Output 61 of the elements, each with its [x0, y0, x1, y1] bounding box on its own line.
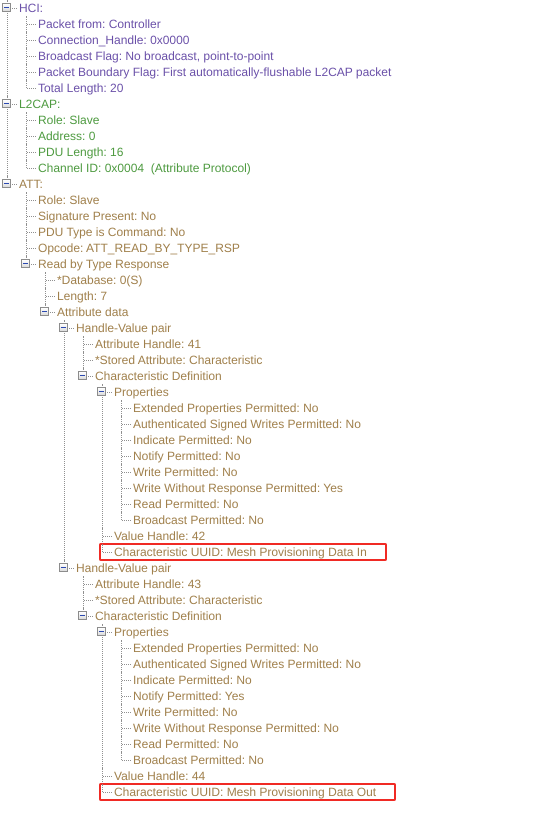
tree-node-label[interactable]: Characteristic UUID: Mesh Provisioning Data Out: [99, 783, 396, 801]
tree-node-label[interactable]: Broadcast Permitted: No: [132, 512, 264, 528]
tree-node-label[interactable]: ATT:: [18, 176, 43, 192]
tree-node-label[interactable]: Notify Permitted: Yes: [132, 688, 244, 704]
tree-node-label[interactable]: Properties: [113, 624, 169, 640]
tree-node-label[interactable]: Extended Properties Permitted: No: [132, 400, 318, 416]
tree-node-label[interactable]: Signature Present: No: [37, 208, 156, 224]
tree-node-label[interactable]: Attribute data: [56, 304, 128, 320]
tree-node-label[interactable]: Read Permitted: No: [132, 736, 238, 752]
tree-node-label[interactable]: Connection_Handle: 0x0000: [37, 32, 190, 48]
tree-node-label[interactable]: Attribute Handle: 43: [94, 576, 202, 592]
tree-node-label[interactable]: HCI:: [18, 0, 43, 16]
tree-node-label[interactable]: Authenticated Signed Writes Permitted: No: [132, 656, 361, 672]
tree-node-label[interactable]: Characteristic Definition: [94, 368, 222, 384]
collapse-toggle[interactable]: [97, 387, 106, 396]
collapse-toggle[interactable]: [21, 259, 30, 268]
tree-node-label[interactable]: Handle-Value pair: [75, 320, 172, 336]
tree-node-label[interactable]: Authenticated Signed Writes Permitted: No: [132, 416, 361, 432]
tree-node-label[interactable]: Write Permitted: No: [132, 464, 238, 480]
collapse-toggle[interactable]: [97, 627, 106, 636]
tree-node-label[interactable]: Characteristic UUID: Mesh Provisioning Data In: [99, 543, 387, 561]
tree-node-label[interactable]: PDU Length: 16: [37, 144, 124, 160]
tree-node-label[interactable]: Attribute Handle: 41: [94, 336, 202, 352]
tree-node-label[interactable]: Value Handle: 42: [113, 528, 206, 544]
tree-node-label[interactable]: Characteristic Definition: [94, 608, 222, 624]
tree-node-label[interactable]: Length: 7: [56, 288, 108, 304]
tree-node-label[interactable]: Value Handle: 44: [113, 768, 206, 784]
tree-node-label[interactable]: PDU Type is Command: No: [37, 224, 186, 240]
collapse-toggle[interactable]: [2, 179, 11, 188]
tree-node-label[interactable]: *Stored Attribute: Characteristic: [94, 592, 262, 608]
collapse-toggle[interactable]: [2, 3, 11, 12]
collapse-toggle[interactable]: [2, 99, 11, 108]
tree-node-label[interactable]: Handle-Value pair: [75, 560, 172, 576]
collapse-toggle[interactable]: [59, 323, 68, 332]
tree-node-label[interactable]: Role: Slave: [37, 192, 100, 208]
tree-node-label[interactable]: Indicate Permitted: No: [132, 432, 252, 448]
tree-node-label[interactable]: Read Permitted: No: [132, 496, 238, 512]
tree-node-label[interactable]: Extended Properties Permitted: No: [132, 640, 318, 656]
tree-node-label[interactable]: Indicate Permitted: No: [132, 672, 252, 688]
collapse-toggle[interactable]: [59, 563, 68, 572]
tree-node-label[interactable]: *Database: 0(S): [56, 272, 142, 288]
collapse-toggle[interactable]: [78, 611, 87, 620]
tree-node-label[interactable]: Packet from: Controller: [37, 16, 161, 32]
tree-node-label[interactable]: Write Permitted: No: [132, 704, 238, 720]
tree-node-label[interactable]: Channel ID: 0x0004 (Attribute Protocol): [37, 160, 251, 176]
tree-node-label[interactable]: Properties: [113, 384, 169, 400]
tree-node-label[interactable]: Role: Slave: [37, 112, 100, 128]
tree-node-label[interactable]: Notify Permitted: No: [132, 448, 240, 464]
tree-node-label[interactable]: Total Length: 20: [37, 80, 124, 96]
tree-node-label[interactable]: L2CAP:: [18, 96, 60, 112]
tree-node-label[interactable]: Read by Type Response: [37, 256, 170, 272]
collapse-toggle[interactable]: [40, 307, 49, 316]
tree-node-label[interactable]: *Stored Attribute: Characteristic: [94, 352, 262, 368]
tree-node-label[interactable]: Broadcast Permitted: No: [132, 752, 264, 768]
tree-node-label[interactable]: Write Without Response Permitted: No: [132, 720, 339, 736]
tree-node-label[interactable]: Address: 0: [37, 128, 96, 144]
collapse-toggle[interactable]: [78, 371, 87, 380]
tree-node-label[interactable]: Broadcast Flag: No broadcast, point-to-point: [37, 48, 274, 64]
tree-node-label[interactable]: Opcode: ATT_READ_BY_TYPE_RSP: [37, 240, 240, 256]
tree-node-label[interactable]: Write Without Response Permitted: Yes: [132, 480, 343, 496]
tree-node-label[interactable]: Packet Boundary Flag: First automatically-flushable L2CAP packet: [37, 64, 392, 80]
